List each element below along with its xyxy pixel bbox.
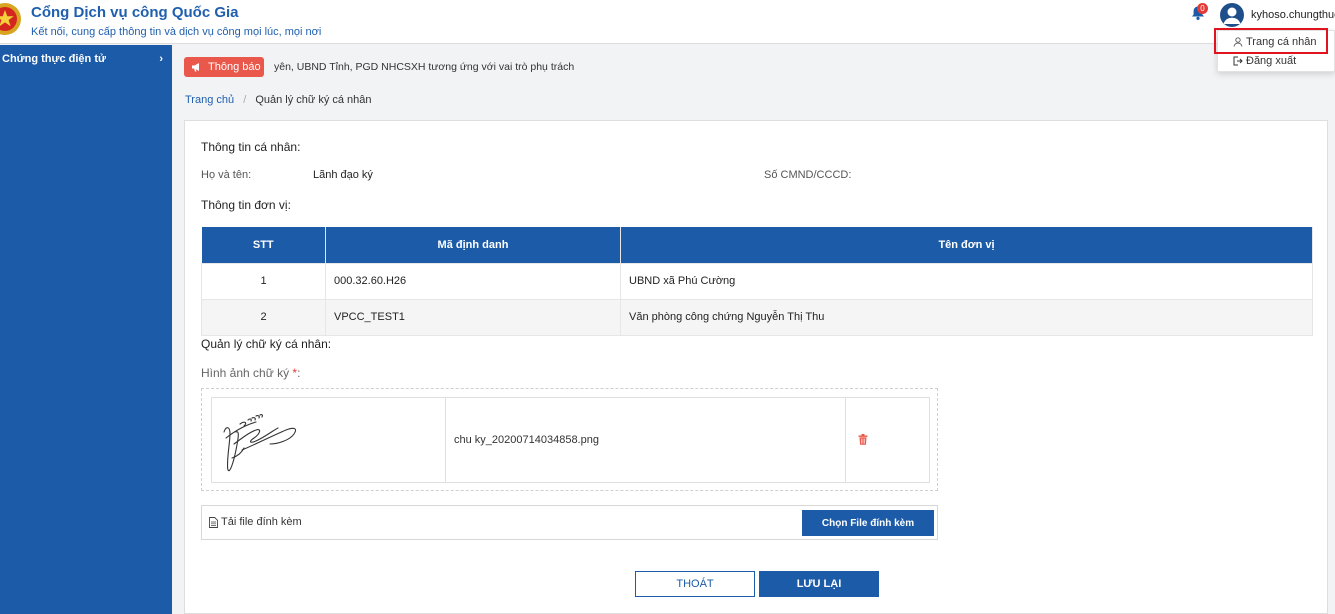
attachment-label-text: Tải file đính kèm [221,516,302,528]
national-emblem-icon[interactable] [0,2,22,36]
sign-out-icon [1233,56,1243,66]
signature-section-title: Quản lý chữ ký cá nhân: [201,337,332,351]
megaphone-icon [192,63,199,72]
breadcrumb-current: Quản lý chữ ký cá nhân [255,94,372,106]
column-header-code: Mã định danh [325,227,621,263]
trash-icon[interactable] [858,434,868,445]
table-header-row: STT Mã định danh Tên đơn vị [201,227,1313,263]
main-panel: Thông tin cá nhân: Họ và tên: Lãnh đạo k… [184,120,1328,614]
notice-marquee-text: yên, UBND Tỉnh, PGD NHCSXH tương ứng với… [274,61,575,73]
breadcrumb-separator: / [243,94,247,106]
choose-file-button[interactable]: Chọn File đính kèm [802,510,934,536]
label-colon: : [297,366,301,380]
signature-image-label: Hình ảnh chữ ký *: [201,366,300,380]
cell-code: VPCC_TEST1 [325,298,621,336]
username-label[interactable]: kyhoso.chungthuc [1251,9,1335,21]
notice-button[interactable]: Thông báo [184,57,264,77]
notice-button-label: Thông báo [208,61,261,73]
signature-image[interactable] [212,398,446,482]
chevron-right-icon: › [159,53,163,65]
signature-filename: chu ky_20200714034858.png [454,434,599,446]
site-title[interactable]: Cổng Dịch vụ công Quốc Gia [31,4,239,21]
column-header-unit-name: Tên đơn vị [620,227,1313,263]
notification-count-badge: 0 [1197,3,1208,14]
breadcrumb-home-link[interactable]: Trang chủ [185,94,234,106]
signature-image-label-text: Hình ảnh chữ ký [201,366,290,380]
highlight-box [1214,28,1328,54]
save-button[interactable]: LƯU LẠI [759,571,879,597]
file-icon [209,516,218,528]
attachment-label: Tải file đính kèm [209,516,302,528]
column-header-stt: STT [201,227,326,263]
signature-thumbnail-cell [212,398,446,482]
menu-item-logout-label: Đăng xuất [1246,55,1297,67]
cell-stt: 1 [201,262,326,300]
cell-code: 000.32.60.H26 [325,262,621,300]
exit-button[interactable]: THOÁT [635,571,755,597]
sidebar-item-chung-thuc-dien-tu[interactable]: Chứng thực điện tử › [0,53,172,73]
unit-info-title: Thông tin đơn vị: [201,198,291,212]
id-number-label: Số CMND/CCCD: [764,169,852,181]
cell-unit-name: UBND xã Phú Cường [620,262,1313,300]
personal-info-title: Thông tin cá nhân: [201,140,301,154]
table-row[interactable]: 1 000.32.60.H26 UBND xã Phú Cường [201,262,1313,300]
attachment-row: Tải file đính kèm Chọn File đính kèm [201,505,938,540]
top-header: Cổng Dịch vụ công Quốc Gia Kết nối, cung… [0,0,1335,44]
cell-stt: 2 [201,298,326,336]
signature-filename-cell: chu ky_20200714034858.png [446,398,846,482]
cell-unit-name: Văn phòng công chứng Nguyễn Thị Thu [620,298,1313,336]
signature-upload-dropzone[interactable]: chu ky_20200714034858.png [201,388,938,491]
sidebar-item-label: Chứng thực điện tử [2,53,106,65]
name-value: Lãnh đạo ký [313,169,373,181]
sidebar: Chứng thực điện tử › [0,45,172,614]
breadcrumb: Trang chủ / Quản lý chữ ký cá nhân [185,94,372,106]
name-label: Họ và tên: [201,169,252,181]
site-subtitle: Kết nối, cung cấp thông tin và dịch vụ c… [31,26,322,38]
units-table: STT Mã định danh Tên đơn vị 1 000.32.60.… [201,227,1313,336]
signature-file-row: chu ky_20200714034858.png [211,397,930,483]
table-row[interactable]: 2 VPCC_TEST1 Văn phòng công chứng Nguyễn… [201,298,1313,336]
menu-item-logout[interactable]: Đăng xuất [1233,55,1296,67]
user-avatar-icon[interactable] [1220,3,1244,27]
